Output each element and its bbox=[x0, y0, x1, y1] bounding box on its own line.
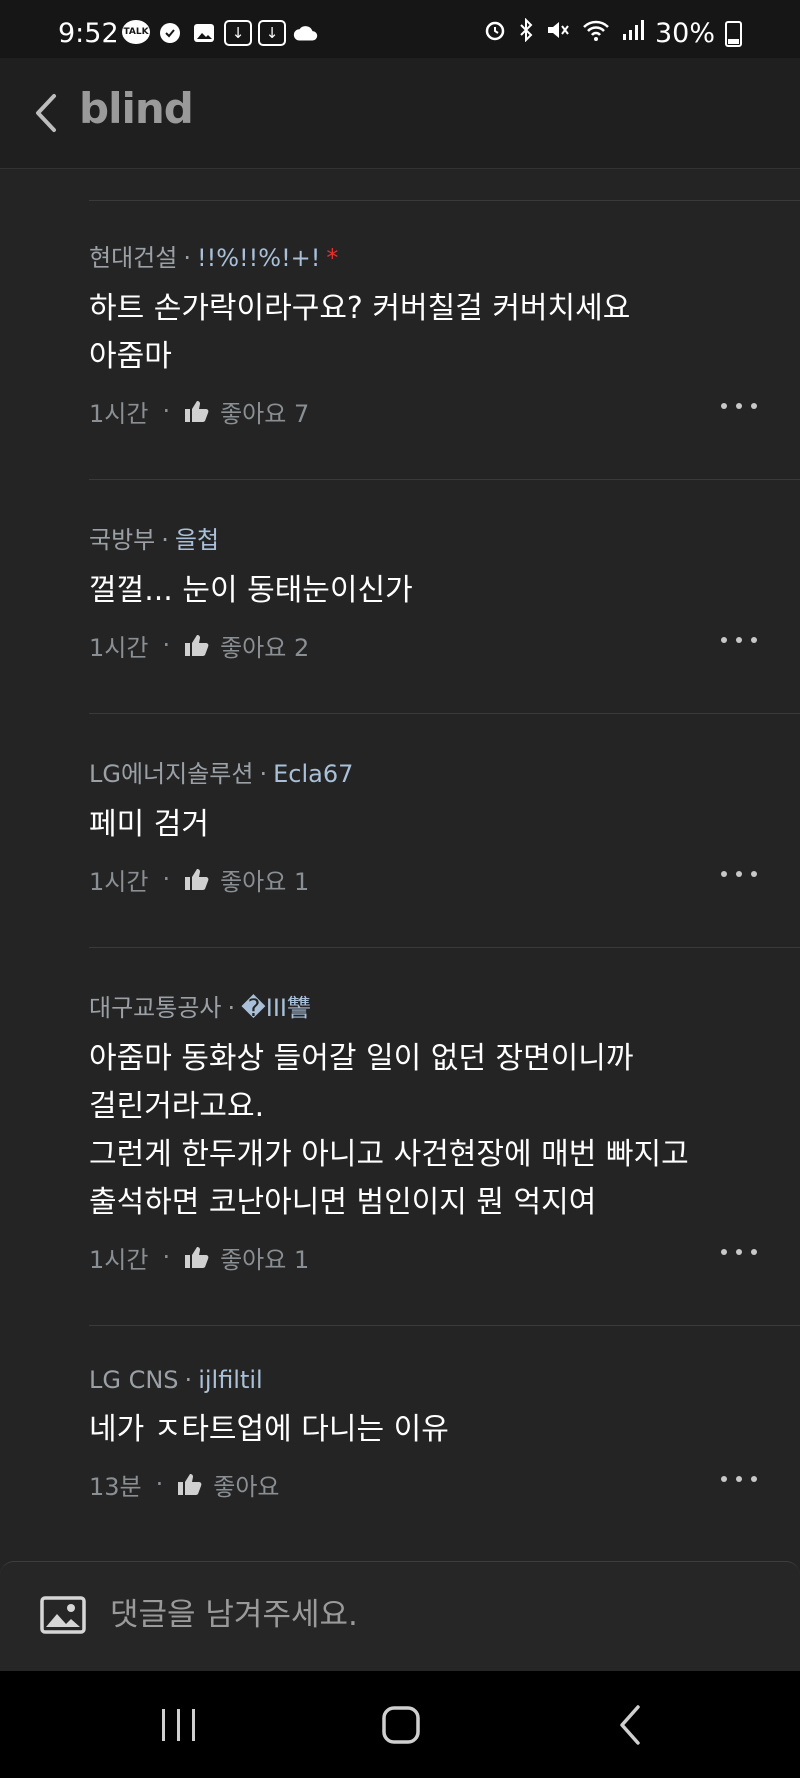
signal-icon bbox=[621, 18, 645, 49]
thumbs-up-icon[interactable] bbox=[184, 867, 210, 891]
gallery-icon bbox=[190, 20, 218, 46]
wifi-icon bbox=[581, 18, 611, 49]
kakaotalk-icon: TALK bbox=[122, 20, 150, 44]
comment-time: 1시간 bbox=[89, 1245, 149, 1274]
meta-dot: · bbox=[259, 760, 268, 788]
comment-footer: 1시간 · 좋아요 2 bbox=[89, 625, 800, 665]
like-count[interactable]: 좋아요 bbox=[213, 1467, 279, 1502]
like-count[interactable]: 좋아요 1 bbox=[220, 862, 309, 897]
comment-text: 껄껄... 눈이 동태눈이신가 bbox=[89, 573, 413, 608]
meta-dot: · bbox=[183, 244, 191, 272]
comment-footer: 1시간 · 좋아요 1 bbox=[89, 1237, 800, 1277]
thumbs-up-icon[interactable] bbox=[184, 1245, 210, 1269]
system-status: 30% bbox=[483, 17, 742, 49]
download-icon: ↓ bbox=[224, 20, 252, 46]
comment-item: 현대건설 · !!%!!%!+! * 하트 손가락이라구요? 커버칠걸 커버치세요 아… bbox=[89, 238, 800, 480]
battery-icon bbox=[725, 20, 742, 47]
comment-time: 13분 bbox=[89, 1472, 142, 1501]
nav-back-button[interactable] bbox=[610, 1701, 652, 1749]
comment-company: LG에너지솔루션 bbox=[89, 760, 254, 788]
thumbs-up-icon[interactable] bbox=[177, 1472, 203, 1496]
battery-percent: 30% bbox=[654, 18, 715, 49]
status-time: 9:52 bbox=[58, 18, 119, 49]
meta-dot: · bbox=[162, 1243, 171, 1271]
meta-dot: · bbox=[227, 994, 236, 1022]
like-count[interactable]: 좋아요 7 bbox=[220, 394, 309, 429]
thumbs-up-icon[interactable] bbox=[184, 399, 210, 423]
more-options-button[interactable] bbox=[721, 633, 757, 647]
comment-text: 네가 ㅈ타트업에 다니는 이유 bbox=[89, 1412, 449, 1447]
comment-composer bbox=[0, 1561, 800, 1672]
like-count[interactable]: 좋아요 1 bbox=[220, 1240, 309, 1275]
comment-time: 1시간 bbox=[89, 633, 149, 662]
comment-time: 1시간 bbox=[89, 399, 149, 428]
comment-user[interactable]: ijlfiltil bbox=[198, 1366, 263, 1394]
download-icon: ↓ bbox=[258, 20, 286, 46]
recent-apps-icon bbox=[162, 1709, 195, 1741]
comment-text: 아줌마 동화상 들어갈 일이 없던 장면이니까 걸린거라고요. 그런게 한두개가… bbox=[89, 1041, 689, 1220]
chevron-left-icon bbox=[36, 94, 56, 132]
comment-company: 국방부 bbox=[89, 526, 156, 554]
image-icon bbox=[40, 1596, 86, 1634]
comment-text: 하트 손가락이라구요? 커버칠걸 커버치세요 아줌마 bbox=[89, 291, 631, 374]
mute-icon bbox=[545, 18, 571, 49]
comment-item: 대구교통공사 · �III讐 아줌마 동화상 들어갈 일이 없던 장면이니까 걸린거… bbox=[89, 948, 800, 1326]
comment-time: 1시간 bbox=[89, 867, 149, 896]
meta-dot: · bbox=[184, 1366, 193, 1394]
like-count[interactable]: 좋아요 2 bbox=[220, 628, 309, 663]
comment-user[interactable]: �III讐 bbox=[241, 994, 311, 1022]
cloud-icon bbox=[292, 20, 320, 46]
comment-meta: 현대건설 · !!%!!%!+! * bbox=[89, 238, 800, 273]
comment-footer: 13분 · 좋아요 bbox=[89, 1464, 800, 1504]
home-button[interactable] bbox=[380, 1701, 422, 1749]
thumbs-up-icon[interactable] bbox=[184, 633, 210, 657]
app-header: blind bbox=[0, 58, 800, 169]
comment-company: 대구교통공사 bbox=[89, 994, 222, 1022]
comment-user[interactable]: Ecla67 bbox=[273, 760, 353, 788]
comment-text: 페미 검거 bbox=[89, 807, 209, 842]
comment-company: LG CNS bbox=[89, 1366, 179, 1394]
divider bbox=[89, 200, 800, 201]
meta-dot: · bbox=[162, 397, 171, 425]
messenger-icon bbox=[156, 20, 184, 46]
recent-apps-button[interactable] bbox=[158, 1701, 200, 1749]
comment-list[interactable]: 현대건설 · !!%!!%!+! * 하트 손가락이라구요? 커버칠걸 커버치세요 아… bbox=[0, 168, 800, 1562]
comment-meta: LG에너지솔루션 · Ecla67 bbox=[89, 754, 800, 789]
comment-user[interactable]: 을첩 bbox=[175, 526, 219, 554]
brand-logo: blind bbox=[79, 84, 194, 133]
comment-footer: 1시간 · 좋아요 7 bbox=[89, 391, 800, 431]
author-mark: * bbox=[326, 244, 339, 272]
comment-user[interactable]: !!%!!%!+! bbox=[197, 244, 320, 272]
chevron-left-icon bbox=[620, 1705, 640, 1745]
comment-meta: 대구교통공사 · �III讐 bbox=[89, 988, 800, 1023]
comment-meta: 국방부 · 을첩 bbox=[89, 520, 800, 555]
comment-footer: 1시간 · 좋아요 1 bbox=[89, 859, 800, 899]
comment-meta: LG CNS · ijlfiltil bbox=[89, 1366, 800, 1394]
comment-item: LG에너지솔루션 · Ecla67 페미 검거 1시간 · 좋아요 1 bbox=[89, 714, 800, 948]
meta-dot: · bbox=[162, 631, 171, 659]
home-icon bbox=[382, 1706, 420, 1744]
comment-item: LG CNS · ijlfiltil 네가 ㅈ타트업에 다니는 이유 13분 · 좋… bbox=[89, 1326, 800, 1562]
comment-input[interactable] bbox=[108, 1586, 752, 1644]
more-options-button[interactable] bbox=[721, 1472, 757, 1486]
alarm-icon bbox=[483, 18, 507, 49]
more-options-button[interactable] bbox=[721, 399, 757, 413]
back-button[interactable] bbox=[30, 88, 66, 138]
meta-dot: · bbox=[155, 1470, 164, 1498]
bluetooth-icon bbox=[517, 17, 535, 49]
notification-icons: TALK ↓ ↓ bbox=[122, 20, 320, 46]
comment-item: 국방부 · 을첩 껄껄... 눈이 동태눈이신가 1시간 · 좋아요 2 bbox=[89, 480, 800, 714]
more-options-button[interactable] bbox=[721, 867, 757, 881]
more-options-button[interactable] bbox=[721, 1245, 757, 1259]
status-bar: 9:52 TALK ↓ ↓ 30% bbox=[0, 0, 800, 58]
comment-company: 현대건설 bbox=[89, 244, 178, 272]
meta-dot: · bbox=[161, 526, 169, 554]
meta-dot: · bbox=[162, 865, 171, 893]
system-nav-bar bbox=[0, 1671, 800, 1778]
image-attach-button[interactable] bbox=[40, 1596, 86, 1634]
